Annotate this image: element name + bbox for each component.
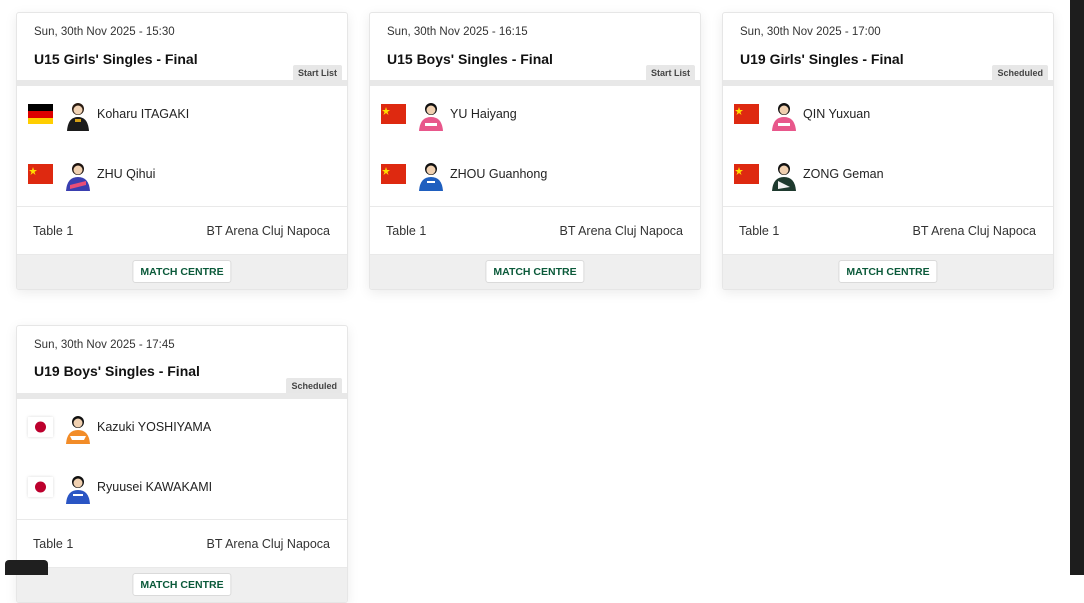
player-avatar	[770, 159, 798, 191]
player-row[interactable]: Ryuusei KAWAKAMI	[17, 459, 347, 519]
match-card: Sun, 30th Nov 2025 - 15:30 U15 Girls' Si…	[16, 12, 348, 290]
match-card: Sun, 30th Nov 2025 - 17:45 U19 Boys' Sin…	[16, 325, 348, 603]
player-name: Ryuusei KAWAKAMI	[97, 480, 213, 494]
player-row[interactable]: ZHOU Guanhong	[370, 146, 700, 206]
match-centre-button[interactable]: MATCH CENTRE	[132, 573, 232, 596]
match-centre-button[interactable]: MATCH CENTRE	[132, 260, 232, 283]
match-date: Sun, 30th Nov 2025 - 15:30	[34, 26, 175, 38]
player-name: QIN Yuxuan	[803, 107, 871, 121]
card-footer: MATCH CENTRE	[723, 255, 1053, 289]
match-title: U15 Girls' Singles - Final	[34, 51, 198, 67]
card-footer: MATCH CENTRE	[17, 255, 347, 289]
china-flag-icon	[381, 164, 406, 184]
player-row[interactable]: YU Haiyang	[370, 86, 700, 146]
player-row[interactable]: ZHU Qihui	[17, 146, 347, 206]
player-row[interactable]: QIN Yuxuan	[723, 86, 1053, 146]
table-label: Table 1	[33, 224, 74, 238]
status-badge: Start List	[292, 65, 342, 80]
venue-label: BT Arena Cluj Napoca	[559, 224, 683, 238]
match-header: Sun, 30th Nov 2025 - 17:45 U19 Boys' Sin…	[17, 326, 347, 393]
match-centre-button[interactable]: MATCH CENTRE	[838, 260, 938, 283]
match-centre-button[interactable]: MATCH CENTRE	[485, 260, 585, 283]
player-avatar	[64, 412, 92, 444]
scrollbar[interactable]	[1070, 0, 1084, 575]
status-badge: Start List	[645, 65, 695, 80]
match-card: Sun, 30th Nov 2025 - 17:00 U19 Girls' Si…	[722, 12, 1054, 290]
match-date: Sun, 30th Nov 2025 - 17:45	[34, 339, 175, 351]
player-row[interactable]: Kazuki YOSHIYAMA	[17, 399, 347, 459]
card-footer: MATCH CENTRE	[17, 568, 347, 602]
china-flag-icon	[734, 164, 759, 184]
match-title: U19 Boys' Singles - Final	[34, 363, 200, 379]
match-info: Table 1 BT Arena Cluj Napoca	[370, 206, 700, 255]
player-name: ZHU Qihui	[97, 167, 156, 181]
venue-label: BT Arena Cluj Napoca	[912, 224, 1036, 238]
player-avatar	[417, 159, 445, 191]
match-info: Table 1 BT Arena Cluj Napoca	[723, 206, 1053, 255]
player-row[interactable]: ZONG Geman	[723, 146, 1053, 206]
match-info: Table 1 BT Arena Cluj Napoca	[17, 206, 347, 255]
player-name: ZONG Geman	[803, 167, 884, 181]
player-row[interactable]: Koharu ITAGAKI	[17, 86, 347, 146]
japan-flag-icon	[28, 417, 53, 437]
china-flag-icon	[28, 164, 53, 184]
match-card: Sun, 30th Nov 2025 - 16:15 U15 Boys' Sin…	[369, 12, 701, 290]
player-name: Koharu ITAGAKI	[97, 107, 190, 121]
match-date: Sun, 30th Nov 2025 - 16:15	[387, 26, 528, 38]
player-name: Kazuki YOSHIYAMA	[97, 420, 212, 434]
germany-flag-icon	[28, 104, 53, 124]
player-avatar	[417, 99, 445, 131]
match-header: Sun, 30th Nov 2025 - 15:30 U15 Girls' Si…	[17, 13, 347, 80]
table-label: Table 1	[739, 224, 780, 238]
match-header: Sun, 30th Nov 2025 - 16:15 U15 Boys' Sin…	[370, 13, 700, 80]
table-label: Table 1	[386, 224, 427, 238]
status-badge: Scheduled	[992, 65, 1048, 80]
player-avatar	[64, 472, 92, 504]
match-title: U15 Boys' Singles - Final	[387, 51, 553, 67]
match-header: Sun, 30th Nov 2025 - 17:00 U19 Girls' Si…	[723, 13, 1053, 80]
player-name: YU Haiyang	[450, 107, 517, 121]
japan-flag-icon	[28, 477, 53, 497]
venue-label: BT Arena Cluj Napoca	[206, 537, 330, 551]
player-avatar	[64, 99, 92, 131]
match-info: Table 1 BT Arena Cluj Napoca	[17, 519, 347, 568]
player-name: ZHOU Guanhong	[450, 167, 548, 181]
china-flag-icon	[734, 104, 759, 124]
player-avatar	[64, 159, 92, 191]
china-flag-icon	[381, 104, 406, 124]
status-badge: Scheduled	[286, 378, 342, 393]
venue-label: BT Arena Cluj Napoca	[206, 224, 330, 238]
match-title: U19 Girls' Singles - Final	[740, 51, 904, 67]
floating-widget-button[interactable]	[5, 560, 48, 575]
card-footer: MATCH CENTRE	[370, 255, 700, 289]
match-date: Sun, 30th Nov 2025 - 17:00	[740, 26, 881, 38]
table-label: Table 1	[33, 537, 74, 551]
player-avatar	[770, 99, 798, 131]
